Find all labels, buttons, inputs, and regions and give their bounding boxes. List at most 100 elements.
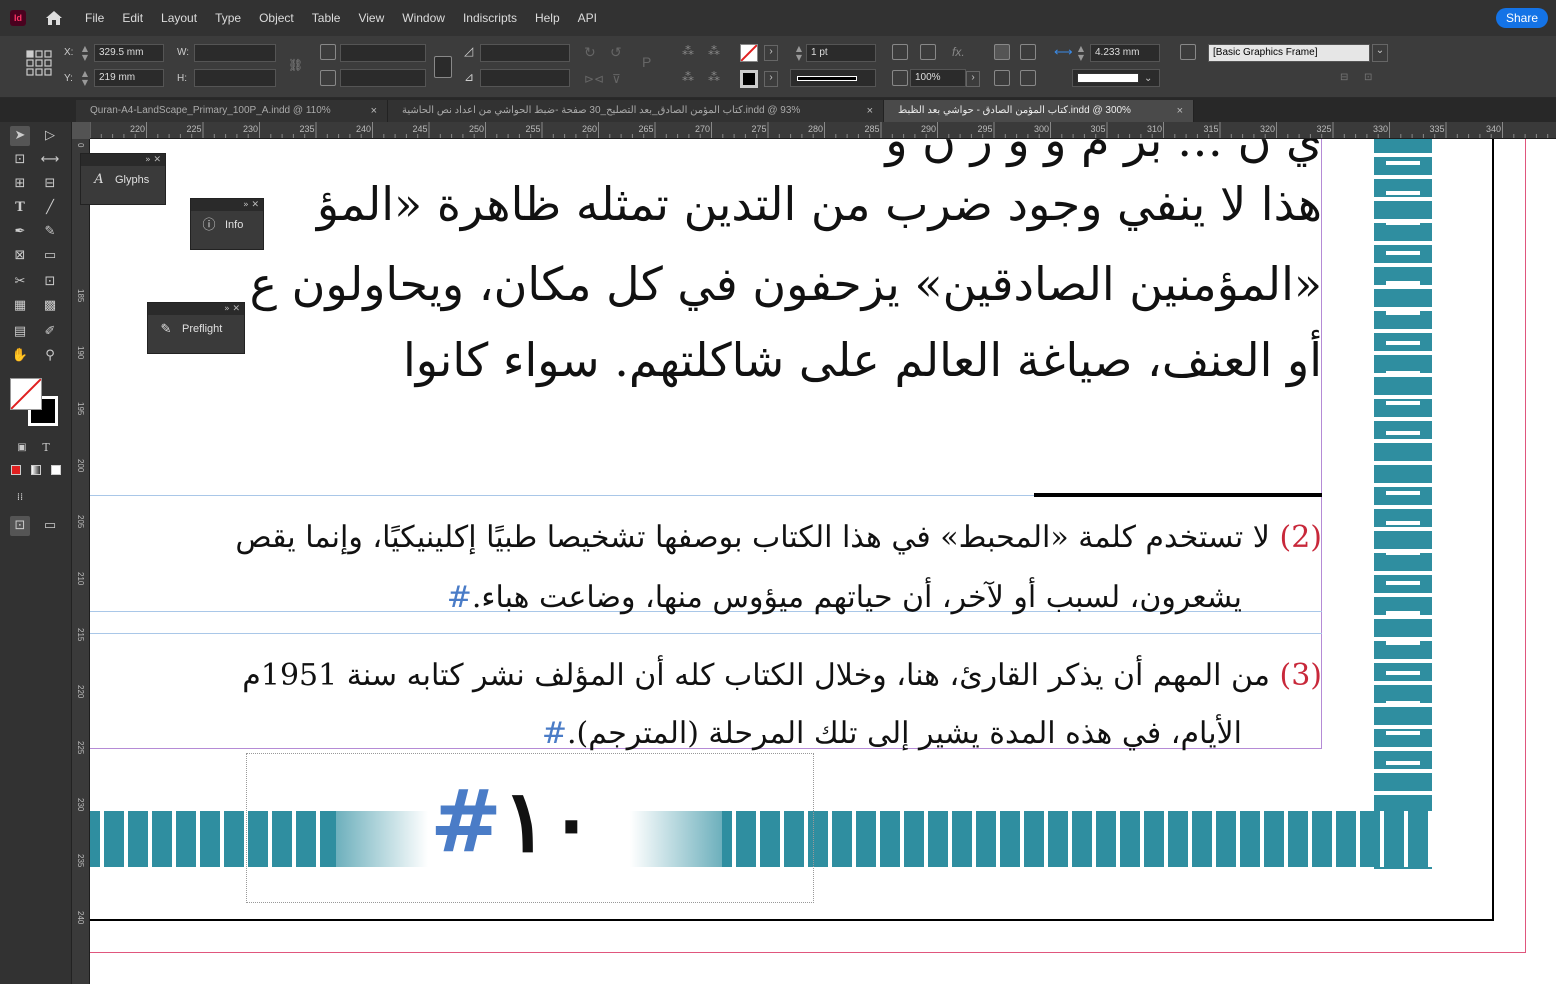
rectangle-frame-tool-icon[interactable]: ⊠ [10,246,30,266]
menu-layout[interactable]: Layout [152,0,206,36]
panel-header[interactable]: » ✕ [81,154,165,166]
quick-apply-icon[interactable]: ⊡ [1364,72,1372,83]
text-wrap-jump-icon[interactable] [1020,70,1036,86]
select-previous-icon[interactable]: ⁂ [682,70,694,84]
formatting-text-icon[interactable]: T [36,438,56,458]
x-spinner-icon[interactable]: ▲ ▼ [80,44,90,62]
scale-x-field[interactable] [340,44,426,62]
footnote-2-line-2[interactable]: يشعرون، لسبب أو لآخر، أن حياتهم ميؤوس من… [447,583,1242,613]
scale-y-icon[interactable] [320,70,336,86]
direct-selection-tool-icon[interactable]: ▷ [40,126,60,146]
x-field[interactable]: 329.5 mm [94,44,164,62]
scissors-tool-icon[interactable]: ✂ [10,272,30,292]
menu-window[interactable]: Window [393,0,454,36]
line-tool-icon[interactable]: ╱ [40,198,60,218]
opacity-field[interactable]: 100% [910,69,966,87]
free-transform-tool-icon[interactable]: ⊡ [40,272,60,292]
menu-object[interactable]: Object [250,0,303,36]
eyedropper-tool-icon[interactable]: ✐ [40,322,60,342]
flip-vertical-icon[interactable]: ⊽ [612,72,621,86]
h-field[interactable] [194,69,276,87]
footnote-3-line-2[interactable]: الأيام، في هذه المدة يشير إلى تلك المرحل… [542,719,1242,749]
menu-help[interactable]: Help [526,0,569,36]
select-container-icon[interactable]: ⁂ [682,44,694,58]
hand-tool-icon[interactable]: ✋ [10,346,30,366]
pencil-tool-icon[interactable]: ✎ [40,222,60,242]
stroke-weight-field[interactable]: 1 pt [806,44,876,62]
frame-icon[interactable] [920,44,936,60]
type-tool-icon[interactable]: T [10,198,30,218]
main-text-line-1[interactable]: هذا لا ينفي وجود ضرب من التدين تمثله ظاه… [317,181,1322,227]
reference-point-icon[interactable] [26,50,52,76]
share-button[interactable]: Share [1495,8,1548,28]
text-wrap-shape-icon[interactable] [994,70,1010,86]
constrain-scale-icon[interactable] [434,56,452,78]
fill-menu-icon[interactable]: › [764,45,778,61]
fill-stroke-swatch-icon[interactable] [10,378,62,430]
gap-tool-icon[interactable]: ⟷ [40,150,60,170]
content-placer-icon[interactable]: ⊟ [40,174,60,194]
apply-none-icon[interactable] [46,462,66,482]
stroke-weight-spinner-icon[interactable]: ▲ ▼ [794,44,804,62]
main-text-line-top-cut[interactable]: ي ن … بر م و و ر ن و [885,139,1322,163]
close-icon[interactable]: × [371,100,377,122]
fill-swatch-icon[interactable] [740,44,758,62]
gap-tool-icon[interactable]: ⟷ [1054,44,1073,60]
info-panel[interactable]: » ✕ ⓘ Info [190,198,264,250]
selection-tool-icon[interactable]: ➤ [10,126,30,146]
stroke-swatch-icon[interactable] [740,70,758,88]
content-collector-icon[interactable]: ⊞ [10,174,30,194]
normal-view-mode-icon[interactable]: ⊡ [10,516,30,536]
menu-edit[interactable]: Edit [113,0,152,36]
object-style-dropdown-icon[interactable]: ⌄ [1372,44,1388,62]
glyphs-panel[interactable]: » ✕ A Glyphs [80,153,166,205]
menu-table[interactable]: Table [303,0,350,36]
footnote-2-line-1[interactable]: (2) لا تستخدم كلمة «المحبط» في هذا الكتا… [235,523,1322,553]
select-content-icon[interactable]: ⁂ [708,44,720,58]
tab-moamen-300[interactable]: كتاب المؤمن الصادق - حواشي بعد الظبط.ind… [884,100,1194,122]
rotate-ccw-icon[interactable]: ↺ [610,44,622,61]
gap-field[interactable]: 4.233 mm [1090,44,1160,62]
opacity-menu-icon[interactable]: › [966,71,980,87]
constrain-proportions-icon[interactable]: ⛓ [288,58,304,74]
w-field[interactable] [194,44,276,62]
select-next-icon[interactable]: ⁂ [708,70,720,84]
stroke-menu-icon[interactable]: › [764,71,778,87]
gradient-feather-tool-icon[interactable]: ▩ [40,296,60,316]
scale-y-field[interactable] [340,69,426,87]
page-number[interactable]: #١٠ [430,779,594,865]
effects-icon[interactable]: fx. [952,45,965,59]
apply-color-icon[interactable] [6,462,26,482]
menu-file[interactable]: File [76,0,113,36]
pen-tool-icon[interactable]: ✒ [10,222,30,242]
menu-view[interactable]: View [349,0,393,36]
shear-icon[interactable]: ⊿ [464,70,474,84]
flip-horizontal-icon[interactable]: ⊳⊲ [584,72,604,86]
align-dropdown-arrow-icon[interactable]: ⌄ [1144,73,1152,84]
opacity-icon[interactable] [892,70,908,86]
flip-icon[interactable]: P [642,54,651,70]
scale-x-icon[interactable] [320,44,336,60]
panel-header[interactable]: » ✕ [148,303,244,315]
home-icon[interactable] [44,9,64,27]
horizontal-ruler[interactable]: 220 225 230 235 240 245 250 255 260 265 270 275 280 2… [90,122,1556,139]
rotate-field[interactable] [480,44,570,62]
main-text-line-3[interactable]: أو العنف، صياغة العالم على شاكلتهم. سواء… [403,337,1322,383]
main-text-line-2[interactable]: «المؤمنين الصادقين» يزحفون في كل مكان، و… [250,261,1322,307]
rotate-cw-icon[interactable]: ↻ [584,44,596,61]
zoom-tool-icon[interactable]: ⚲ [40,346,60,366]
gap-spinner-icon[interactable]: ▲ ▼ [1076,44,1086,62]
note-tool-icon[interactable]: ▤ [10,322,30,342]
rotate-icon[interactable]: ◿ [464,44,473,58]
gpu-view-icon[interactable]: ⁞⁞ [10,488,30,508]
apply-gradient-icon[interactable] [26,462,46,482]
y-field[interactable]: 219 mm [94,69,164,87]
menu-type[interactable]: Type [206,0,250,36]
document-canvas[interactable]: ي ن … بر م و و ر ن و هذا لا ينفي وجود ضر… [90,139,1556,984]
tab-quran-a4[interactable]: Quran-A4-LandScape_Primary_100P_A.indd @… [76,100,388,122]
formatting-container-icon[interactable]: ▣ [12,438,32,458]
preflight-panel[interactable]: » ✕ ✎ Preflight [147,302,245,354]
object-style-icon[interactable] [1180,44,1196,60]
panel-header[interactable]: » ✕ [191,199,263,211]
rectangle-tool-icon[interactable]: ▭ [40,246,60,266]
